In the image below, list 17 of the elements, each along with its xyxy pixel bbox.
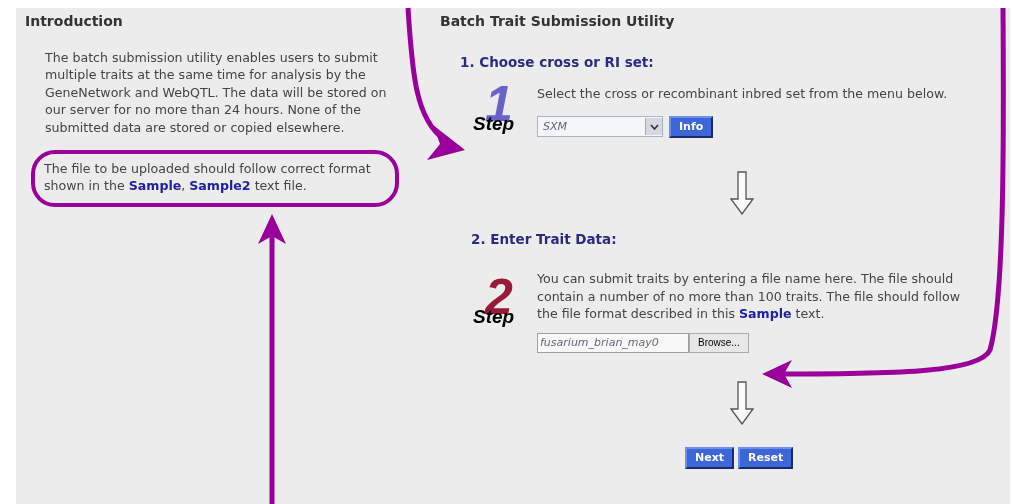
file-name-field[interactable]: fusarium_brian_may0 (537, 332, 689, 353)
reset-button[interactable]: Reset (738, 446, 794, 469)
section-title: Batch Trait Submission Utility (440, 13, 676, 31)
down-arrow-icon (730, 171, 754, 215)
dropdown-caret-icon[interactable] (645, 118, 662, 135)
down-arrow-icon (730, 380, 754, 425)
section-title: Introduction (25, 13, 124, 31)
browse-button[interactable]: Browse... (689, 332, 749, 353)
intro-paragraph: The file to be uploaded should follow correct format shown in the Sample, Sample2 text file. (44, 160, 372, 195)
step-heading: 2. Enter Trait Data: (471, 231, 618, 247)
info-button[interactable]: Info (669, 115, 713, 138)
next-button[interactable]: Next (685, 446, 735, 469)
instruction-text: Select the cross or recombinant inbred set from the menu below. (537, 85, 948, 103)
instruction-text: You can submit traits by entering a file name here. The file should contain a number of no more than 100 traits. The file should follow the file format described in this Sample text. (537, 270, 962, 323)
cross-select[interactable]: SXM (537, 116, 663, 137)
intro-paragraph: The batch submission utility enables users to submit multiple traits at the same time for analysis by the GeneNetwork and WebQTL. The data will be stored on our server for no more than 24 hours. None of the submitted data are stored or copied elsewhere. (45, 49, 388, 137)
step-heading: 1. Choose cross or RI set: (460, 54, 655, 70)
